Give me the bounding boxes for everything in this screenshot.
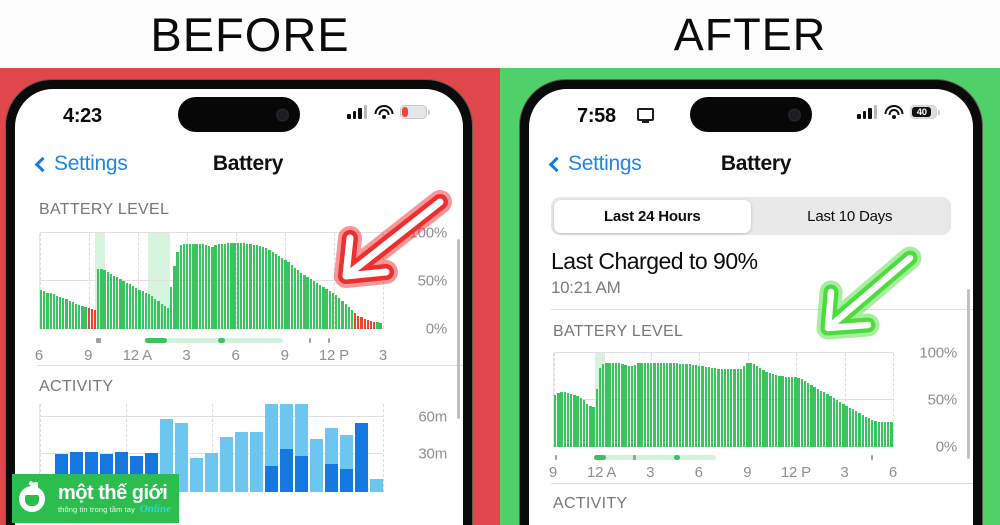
usage-dot [309, 338, 312, 343]
status-indicators [347, 105, 430, 119]
x-axis-tick-label: 3 [182, 347, 191, 364]
x-axis-tick-label: 6 [694, 464, 703, 481]
dynamic-island [690, 97, 812, 132]
x-axis-tick-label: 6 [888, 464, 898, 481]
y-axis-tick-label: 0% [935, 438, 957, 456]
after-activity-section: ACTIVITY [529, 484, 973, 513]
status-indicators: 40 [857, 105, 940, 119]
back-button-label: Settings [568, 152, 642, 175]
scroll-indicator[interactable] [966, 289, 970, 459]
battery-low-icon [400, 105, 430, 119]
before-panel: 4:23 Settings Battery BATTERY LEVEL 100%… [0, 68, 500, 525]
battery-usage-track [39, 337, 383, 344]
x-axis-tick-label: 3 [840, 464, 849, 481]
before-title-cell: BEFORE [0, 0, 500, 68]
comparison-title-band: BEFORE AFTER [0, 0, 1000, 68]
battery-chart-y-axis: 100% 50% 0% [529, 345, 973, 456]
usage-segment [144, 338, 168, 343]
after-battery-chart: 100% 50% 0% 9 12 A 3 6 9 12 P36 [529, 345, 973, 484]
usage-segment [594, 455, 607, 460]
x-axis-tick-label: 12 P [318, 347, 349, 364]
battery-usage-track [553, 454, 893, 461]
usage-dot [95, 338, 101, 343]
x-axis-tick-label: 12 P [780, 464, 811, 481]
watermark-logo: một thế giới thông tin trong tầm tay Onl… [12, 474, 179, 523]
x-axis-tick-label: 9 [280, 347, 289, 364]
chevron-left-icon [34, 156, 51, 172]
x-axis-tick-label: 9 [84, 347, 93, 364]
back-button[interactable]: Settings [34, 152, 128, 176]
signal-bars-icon [347, 105, 367, 119]
x-axis-tick-label: 9 [548, 464, 558, 481]
x-axis-tick-label: 12 A [122, 347, 152, 364]
usage-track-bg [593, 455, 717, 460]
chevron-left-icon [548, 156, 565, 172]
x-axis-tick-label: 12 A [586, 464, 617, 481]
status-time: 7:58 [577, 105, 616, 127]
after-title-cell: AFTER [500, 0, 1000, 68]
tab-last-10-days[interactable]: Last 10 Days [751, 200, 949, 233]
range-segmented-control-wrap: Last 24 Hours Last 10 Days [529, 187, 973, 235]
battery-chart-x-axis: 6 9 12 A 3 6 9 12 P 3 [35, 347, 387, 367]
x-axis-tick-label: 3 [378, 347, 388, 364]
back-button[interactable]: Settings [548, 152, 642, 176]
after-title: AFTER [673, 8, 827, 60]
watermark-badge: Online [139, 503, 171, 515]
activity-label: ACTIVITY [39, 378, 114, 395]
y-axis-tick-label: 60m [418, 408, 447, 426]
usage-segment [673, 455, 680, 460]
battery-icon: 40 [910, 105, 940, 119]
wifi-icon [884, 105, 903, 119]
back-button-label: Settings [54, 152, 128, 175]
y-axis-tick-label: 50% [927, 391, 958, 409]
tab-last-24-hours[interactable]: Last 24 Hours [553, 199, 751, 233]
y-axis-tick-label: 30m [418, 445, 447, 463]
usage-dot [554, 455, 557, 460]
front-camera-icon [788, 108, 801, 121]
after-panel: 7:58 40 Settings Battery Last 24 Hours L… [500, 68, 1000, 525]
x-axis-tick-label: 9 [743, 464, 752, 481]
screen-mirroring-icon [637, 108, 654, 123]
green-arrow-annotation [782, 246, 932, 351]
red-arrow-annotation [290, 190, 460, 300]
before-phone-frame: 4:23 Settings Battery BATTERY LEVEL 100%… [6, 80, 472, 525]
watermark-brand: một thế giới [58, 482, 168, 505]
battery-chart-x-axis: 9 12 A 3 6 9 12 P 3 6 [549, 464, 897, 484]
before-phone-screen: 4:23 Settings Battery BATTERY LEVEL 100%… [15, 89, 463, 525]
usage-dot [870, 455, 873, 460]
x-axis-tick-label: 3 [646, 464, 655, 481]
dynamic-island [178, 97, 300, 132]
after-nav-bar: Settings Battery [529, 141, 973, 187]
x-axis-tick-label: 6 [231, 347, 240, 364]
usage-dot [327, 338, 331, 343]
status-time: 4:23 [63, 105, 102, 127]
usage-dot [632, 455, 636, 460]
brand-mark-icon [19, 481, 53, 516]
wifi-icon [374, 105, 393, 119]
activity-label: ACTIVITY [553, 495, 628, 512]
range-segmented-control[interactable]: Last 24 Hours Last 10 Days [551, 197, 951, 235]
x-axis-tick-label: 6 [34, 347, 44, 364]
signal-bars-icon [857, 105, 877, 119]
front-camera-icon [276, 108, 289, 121]
before-status-bar: 4:23 [15, 89, 463, 141]
battery-percent-label: 40 [916, 106, 927, 118]
y-axis-tick-label: 0% [425, 320, 447, 338]
after-status-bar: 7:58 40 [529, 89, 973, 141]
before-nav-bar: Settings Battery [15, 141, 463, 187]
before-title: BEFORE [150, 7, 350, 61]
